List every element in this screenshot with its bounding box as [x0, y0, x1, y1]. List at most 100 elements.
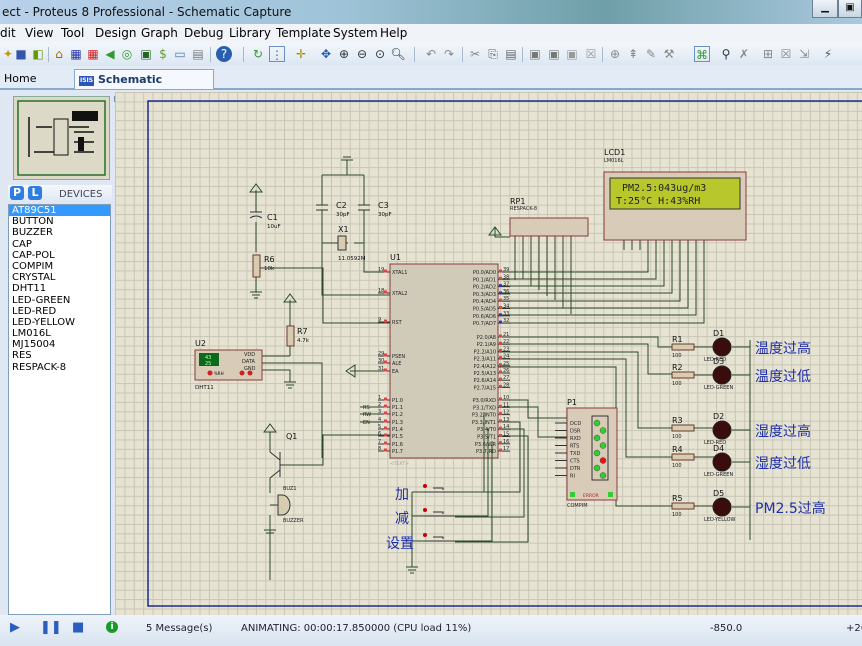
new-sheet-icon[interactable]: ⊞: [760, 46, 776, 62]
menu-graph[interactable]: Graph: [141, 26, 178, 40]
device-item[interactable]: CAP: [9, 239, 110, 250]
u1-pin-name: EA: [392, 369, 399, 375]
pin-state-indicator: [499, 377, 502, 381]
notes-icon[interactable]: ▭: [172, 46, 188, 62]
bill-icon[interactable]: $: [155, 46, 171, 62]
u1-pin-name: P1.1: [392, 405, 403, 411]
c3-value: 30pF: [378, 212, 392, 218]
led-ref: D5: [713, 489, 724, 498]
tab-schematic-capture[interactable]: ISIS Schematic Capture ×: [74, 69, 214, 105]
menu-help[interactable]: Help: [380, 26, 407, 40]
u1-ref: U1: [390, 253, 401, 262]
wire-autorouter-icon[interactable]: ⌘: [694, 46, 710, 62]
paste-icon[interactable]: ▤: [503, 46, 519, 62]
cut-icon[interactable]: ✂: [467, 46, 483, 62]
device-item[interactable]: DHT11: [9, 283, 110, 294]
library-button[interactable]: L: [28, 186, 42, 200]
menu-edit[interactable]: dit: [0, 26, 16, 40]
refresh-icon[interactable]: ↻: [250, 46, 266, 62]
pin-state-indicator: [499, 419, 502, 423]
device-item[interactable]: BUTTON: [9, 216, 110, 227]
pause-button[interactable]: ❚❚: [40, 620, 62, 635]
packaging-icon[interactable]: ✎: [643, 46, 659, 62]
device-list[interactable]: AT89C51 BUTTON BUZZER CAP CAP-POL COMPIM…: [8, 204, 111, 615]
tab-home-page[interactable]: Home Page ×: [0, 69, 70, 104]
copy-icon[interactable]: ⎘: [485, 46, 501, 62]
compim-pin-name: RI: [570, 474, 575, 480]
zoom-all-icon[interactable]: ⊙: [372, 46, 388, 62]
device-item[interactable]: AT89C51: [9, 205, 110, 217]
help-icon[interactable]: ?: [216, 46, 232, 62]
bom-icon[interactable]: ▣: [138, 46, 154, 62]
redo-icon[interactable]: ↷: [441, 46, 457, 62]
block-delete-icon[interactable]: ☒: [583, 46, 599, 62]
u1-pin-number: 12: [503, 410, 509, 416]
device-item[interactable]: RES: [9, 350, 110, 361]
zoom-in-icon[interactable]: ⊕: [336, 46, 352, 62]
x1-value: 11.0592M: [338, 256, 366, 262]
import-icon[interactable]: ◧: [30, 46, 46, 62]
overview-window[interactable]: [13, 96, 110, 180]
block-move-icon[interactable]: ▣: [546, 46, 562, 62]
device-item[interactable]: MJ15004: [9, 339, 110, 350]
pin-state-indicator: [499, 348, 502, 352]
device-item[interactable]: LM016L: [9, 328, 110, 339]
property-assign-icon[interactable]: ✗: [736, 46, 752, 62]
goto-sheet-icon[interactable]: ⇲: [796, 46, 812, 62]
messages-count[interactable]: 5 Message(s): [146, 623, 212, 634]
tab-bar: Home Page × ISIS Schematic Capture ×: [0, 66, 862, 105]
menu-tool[interactable]: Tool: [61, 26, 84, 40]
device-item[interactable]: LED-YELLOW: [9, 317, 110, 328]
home-icon[interactable]: ⌂: [51, 46, 67, 62]
minimize-button[interactable]: ▁: [812, 0, 838, 18]
menu-template[interactable]: Template: [276, 26, 331, 40]
device-item[interactable]: LED-GREEN: [9, 295, 110, 306]
pick-device-icon[interactable]: ⊕: [607, 46, 623, 62]
search-icon[interactable]: ⚲: [718, 46, 734, 62]
menu-system[interactable]: System: [333, 26, 378, 40]
dht11-unit: %RH: [214, 371, 224, 376]
schematic-icon[interactable]: ▦: [68, 46, 84, 62]
electrical-rule-check-icon[interactable]: ⚡: [820, 46, 836, 62]
pin-state-indicator: [499, 356, 502, 360]
play-button[interactable]: ▶: [10, 620, 20, 635]
block-rotate-icon[interactable]: ▣: [564, 46, 580, 62]
zoom-area-icon[interactable]: 🔍︎: [390, 46, 406, 62]
save-icon[interactable]: ■: [13, 46, 29, 62]
device-item[interactable]: COMPIM: [9, 261, 110, 272]
menu-design[interactable]: Design: [95, 26, 136, 40]
pick-devices-button[interactable]: P: [10, 186, 24, 200]
capacitor-c3: [358, 204, 370, 211]
device-item[interactable]: LED-RED: [9, 306, 110, 317]
zoom-out-icon[interactable]: ⊖: [354, 46, 370, 62]
decompose-icon[interactable]: ⚒: [661, 46, 677, 62]
pcb-icon[interactable]: ▦: [85, 46, 101, 62]
led-label: 温度过高: [755, 340, 811, 357]
delete-sheet-icon[interactable]: ☒: [778, 46, 794, 62]
3d-icon[interactable]: ◎: [119, 46, 135, 62]
grid-icon[interactable]: ⋮: [269, 46, 285, 62]
undo-icon[interactable]: ↶: [423, 46, 439, 62]
device-item[interactable]: RESPACK-8: [9, 362, 110, 373]
menu-library[interactable]: Library: [229, 26, 271, 40]
origin-icon[interactable]: ✛: [293, 46, 309, 62]
stop-button[interactable]: ■: [72, 620, 84, 635]
resistor-r5: [671, 502, 695, 510]
maximize-button[interactable]: ▣: [838, 0, 862, 18]
lcd-ref: LCD1: [604, 148, 625, 157]
block-copy-icon[interactable]: ▣: [527, 46, 543, 62]
document-icon[interactable]: ▤: [190, 46, 206, 62]
pan-icon[interactable]: ✥: [318, 46, 334, 62]
menu-view[interactable]: View: [25, 26, 53, 40]
device-item[interactable]: BUZZER: [9, 227, 110, 238]
menu-debug[interactable]: Debug: [184, 26, 223, 40]
gerber-icon[interactable]: ◀: [102, 46, 118, 62]
u1-pin-number: 24: [503, 354, 509, 360]
ground-symbol: [406, 566, 418, 574]
u1-pin-number: 35: [503, 296, 509, 302]
device-item[interactable]: CRYSTAL: [9, 272, 110, 283]
u1-pin-name: P0.1/AD1: [473, 277, 496, 283]
p1-part: COMPIM: [567, 503, 588, 509]
make-device-icon[interactable]: ⇞: [625, 46, 641, 62]
device-item[interactable]: CAP-POL: [9, 250, 110, 261]
